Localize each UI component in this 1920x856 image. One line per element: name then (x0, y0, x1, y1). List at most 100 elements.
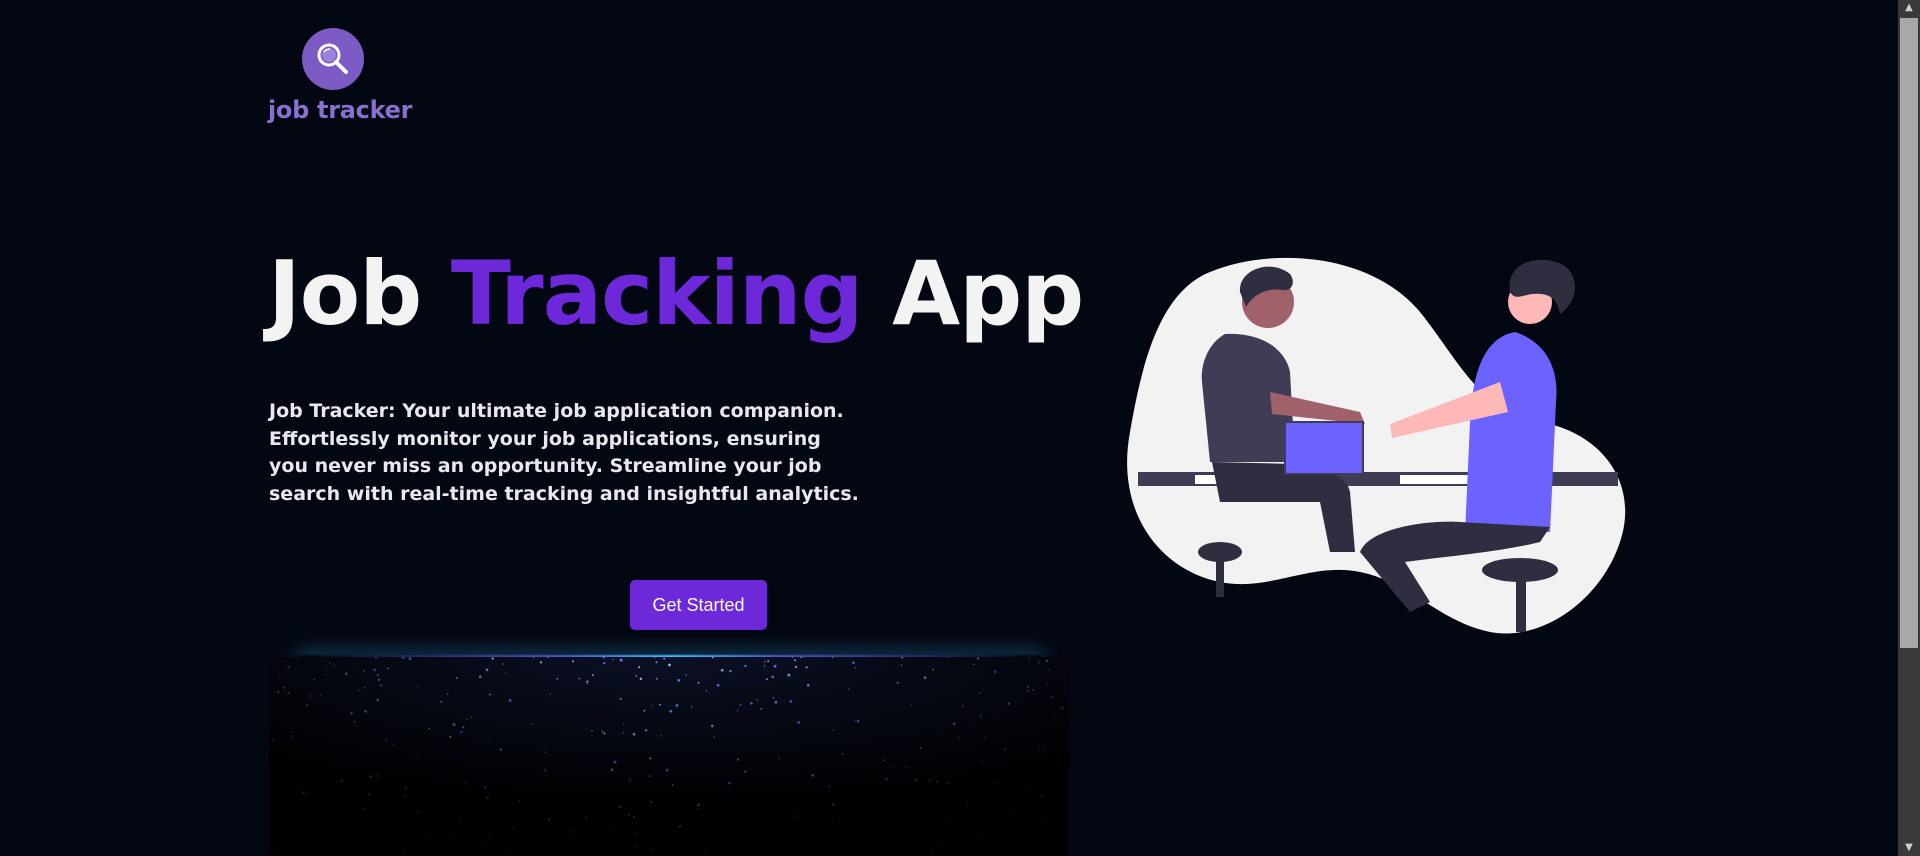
sparkle-particle (449, 735, 452, 739)
sparkle-particle (638, 666, 641, 669)
sparkle-particle (957, 736, 960, 739)
sparkle-particle (977, 838, 980, 841)
sparkle-particle (639, 677, 643, 681)
sparkle-particle (1037, 746, 1040, 748)
sparkle-particle (325, 674, 327, 676)
sparkle-particle (750, 702, 753, 705)
sparkle-particle (549, 693, 552, 695)
arrow-down-icon[interactable]: ▼ (1898, 840, 1920, 856)
sparkle-particle (665, 768, 669, 772)
sparkle-particle (1035, 725, 1038, 727)
sparkle-particle (663, 657, 666, 660)
sparkle-particle (1027, 685, 1030, 688)
sparkle-particle (364, 709, 368, 713)
sparkle-particle (392, 743, 394, 746)
sparkle-particle (854, 666, 857, 669)
sparkle-particle (619, 658, 623, 662)
sparkle-particle (655, 677, 658, 680)
sparkle-particle (408, 657, 412, 661)
sparkle-particle (635, 675, 637, 677)
sparkle-particle (697, 803, 701, 807)
sparkle-particle (369, 775, 373, 779)
sparkle-particle (993, 795, 995, 798)
sparkle-particle (572, 660, 575, 663)
sparkle-particle (324, 667, 327, 669)
scrollbar[interactable]: ▲ ▼ (1898, 0, 1920, 856)
sparkle-particle (622, 732, 625, 734)
sparkle-particle (1047, 668, 1050, 671)
sparkle-particle (685, 674, 687, 676)
sparkle-particle (671, 783, 675, 787)
sparkle-particle (622, 723, 625, 725)
sparkle-particle (302, 791, 305, 795)
sparkle-particle (350, 711, 353, 715)
sparkle-particle (774, 700, 778, 704)
sparkle-particle (896, 681, 899, 684)
sparkle-particle (995, 782, 998, 785)
title-accent: Tracking (450, 242, 864, 345)
sparkle-particle (793, 659, 797, 662)
sparkle-particle (483, 785, 487, 789)
sparkle-particle (882, 759, 885, 762)
sparkle-particle (979, 714, 982, 717)
sparkle-particle (649, 757, 652, 760)
sparkle-particle (601, 730, 604, 733)
sparkle-particle (1003, 748, 1007, 751)
sparkle-particle (603, 662, 606, 665)
sparkle-particle (1053, 714, 1055, 716)
sparkle-particle (729, 669, 732, 673)
sparkle-particle (948, 657, 950, 659)
sparkle-particle (736, 710, 739, 712)
sparkle-particle (532, 657, 535, 659)
sparkle-particle (831, 803, 835, 806)
sparkle-particle (627, 813, 630, 816)
sparkle-particle (333, 665, 336, 667)
sparkle-particle (993, 670, 997, 674)
sparkle-particle (933, 744, 935, 746)
sparkle-particle (287, 665, 290, 669)
sparkle-particle (386, 667, 389, 670)
sparkle-particle (363, 686, 366, 689)
sparkle-particle (794, 665, 798, 669)
sparkle-particle (629, 778, 631, 781)
sparkle-particle (978, 692, 981, 695)
sparkle-particle (330, 818, 332, 821)
sparkle-particle (1042, 822, 1045, 825)
sparkles-panel (269, 657, 1069, 856)
arrow-up-icon[interactable]: ▲ (1898, 0, 1920, 16)
sparkle-particle (512, 826, 515, 829)
sparkle-particle (612, 658, 614, 661)
sparkle-particle (499, 748, 502, 751)
sparkle-particle (517, 799, 520, 803)
sparkle-particle (428, 835, 432, 838)
title-part-2: App (862, 242, 1084, 345)
sparkle-particle (508, 698, 512, 702)
sparkle-particle (603, 732, 606, 735)
page-title: Job Tracking App (268, 250, 1084, 338)
sparkle-particle (1028, 783, 1030, 785)
sparkle-particle (634, 844, 638, 847)
sparkle-particle (765, 678, 768, 681)
sparkle-particle (910, 704, 912, 706)
sparkle-particle (611, 830, 614, 833)
sparkle-particle (648, 775, 651, 777)
sparkle-particle (465, 783, 468, 785)
sparkle-particle (458, 819, 461, 822)
sparkle-particle (569, 830, 573, 834)
scrollbar-thumb[interactable] (1900, 18, 1918, 648)
sparkle-particle (308, 693, 311, 696)
sparkle-particle (838, 815, 841, 818)
sparkles-canvas (269, 657, 1069, 856)
sparkle-particle (697, 681, 700, 684)
sparkle-particle (973, 663, 975, 666)
sparkle-particle (794, 816, 796, 819)
sparkle-particle (892, 766, 894, 769)
sparkle-particle (1046, 683, 1048, 685)
sparkle-particle (375, 774, 378, 777)
get-started-button[interactable]: Get Started (630, 580, 767, 630)
sparkle-particle (358, 689, 360, 692)
sparkle-particle (486, 796, 489, 800)
sparkle-particle (836, 762, 839, 764)
logo[interactable]: job tracker (268, 28, 412, 124)
sparkle-particle (972, 745, 975, 748)
